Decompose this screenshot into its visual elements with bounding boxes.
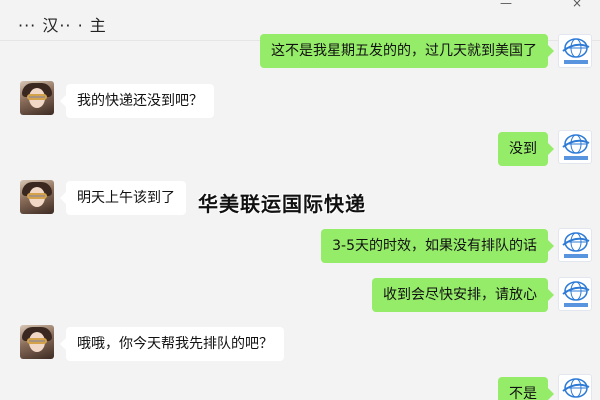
globe-logo-icon [562, 281, 590, 307]
customer-avatar[interactable] [20, 325, 54, 359]
message-bubble-incoming[interactable]: 哦哦，你今天帮我先排队的吧？ [60, 327, 284, 361]
message-text: 哦哦，你今天帮我先排队的吧？ [77, 336, 273, 352]
message-text: 不是 [509, 386, 537, 400]
message-bubble-outgoing[interactable]: 这不是我星期五发的的，过几天就到美国了 [260, 34, 554, 68]
brand-avatar[interactable] [558, 130, 592, 164]
message-text: 明天上午该到了 [77, 190, 175, 206]
message-bubble-incoming[interactable]: 我的快递还没到吧？ [60, 84, 214, 118]
brand-watermark: 华美联运国际快递 [198, 192, 366, 216]
globe-logo-icon [562, 232, 590, 258]
message-text: 没到 [509, 141, 537, 157]
globe-logo-icon [562, 38, 590, 64]
globe-logo-icon [562, 378, 590, 398]
message-bubble-incoming[interactable]: 明天上午该到了 [60, 181, 186, 215]
customer-avatar[interactable] [20, 180, 54, 214]
message-text: 我的快递还没到吧？ [77, 93, 203, 109]
chat-title: ··· 汉·· · 主 [18, 16, 107, 35]
message-bubble-outgoing[interactable]: 没到 [498, 132, 554, 166]
brand-avatar[interactable] [558, 228, 592, 262]
message-bubble-outgoing[interactable]: 3-5天的时效，如果没有排队的话 [321, 229, 554, 263]
brand-avatar[interactable] [558, 34, 592, 68]
brand-avatar[interactable] [558, 277, 592, 311]
message-text: 收到会尽快安排，请放心 [383, 287, 537, 303]
message-text: 这不是我星期五发的的，过几天就到美国了 [271, 43, 537, 59]
globe-logo-icon [562, 134, 590, 160]
message-bubble-outgoing[interactable]: 不是 [498, 377, 554, 400]
message-text: 3-5天的时效，如果没有排队的话 [332, 238, 537, 254]
message-bubble-outgoing[interactable]: 收到会尽快安排，请放心 [372, 278, 554, 312]
close-icon[interactable]: × [572, 0, 584, 10]
minimize-icon[interactable]: — [500, 0, 512, 10]
brand-avatar[interactable] [558, 374, 592, 400]
customer-avatar[interactable] [20, 81, 54, 115]
